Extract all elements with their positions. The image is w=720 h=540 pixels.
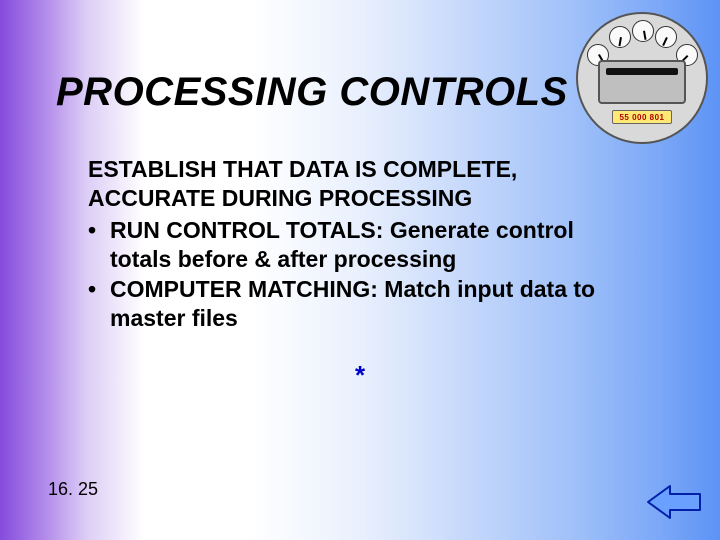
gauge-icon	[632, 20, 654, 42]
meter-plate	[598, 60, 686, 104]
bullet-item: RUN CONTROL TOTALS: Generate control tot…	[88, 216, 638, 275]
slide-title: PROCESSING CONTROLS	[56, 70, 568, 115]
slide-body: ESTABLISH THAT DATA IS COMPLETE, ACCURAT…	[88, 155, 638, 334]
meter-slot	[606, 68, 678, 75]
slide: PROCESSING CONTROLS ESTABLISH THAT DATA …	[0, 0, 720, 540]
intro-line-2: ACCURATE DURING PROCESSING	[88, 185, 472, 211]
arrow-left-icon	[646, 482, 702, 522]
intro-text: ESTABLISH THAT DATA IS COMPLETE, ACCURAT…	[88, 155, 638, 214]
page-number: 16. 25	[48, 479, 98, 500]
meter-readout: 55 000 801	[612, 110, 672, 124]
back-button[interactable]	[646, 482, 702, 522]
gauge-icon	[609, 26, 631, 48]
bullet-item: COMPUTER MATCHING: Match input data to m…	[88, 275, 638, 334]
meter-graphic: 55 000 801	[576, 12, 708, 144]
bullet-list: RUN CONTROL TOTALS: Generate control tot…	[88, 216, 638, 334]
bullet-term: RUN CONTROL TOTALS:	[110, 217, 383, 243]
bullet-term: COMPUTER MATCHING:	[110, 276, 378, 302]
asterisk-mark: *	[0, 360, 720, 391]
gauge-icon	[655, 26, 677, 48]
intro-line-1: ESTABLISH THAT DATA IS COMPLETE,	[88, 156, 517, 182]
